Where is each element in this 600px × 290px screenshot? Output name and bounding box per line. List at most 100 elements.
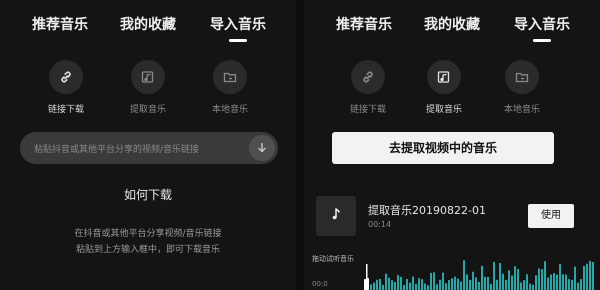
waveform-bar — [463, 260, 465, 290]
waveform-bar — [412, 276, 414, 290]
waveform-bar — [502, 273, 504, 290]
waveform-bar — [427, 285, 429, 290]
waveform-bar — [388, 277, 390, 290]
use-music-button[interactable]: 使用 — [528, 204, 574, 228]
waveform-bar — [517, 269, 519, 290]
waveform-bar — [376, 279, 378, 290]
music-thumbnail — [316, 196, 356, 236]
waveform-bar — [532, 284, 534, 290]
waveform-bar — [553, 273, 555, 290]
howto-tip-line: 粘贴到上方输入框中，即可下载音乐 — [75, 245, 220, 255]
option-link-download[interactable]: 链接下载 — [36, 60, 96, 115]
waveform-bar — [505, 279, 507, 290]
tab-recommended-music[interactable]: 推荐音乐 — [20, 14, 100, 34]
howto-tip-line: 在抖音或其他平台分享视频/音乐链接 — [74, 229, 222, 239]
option-label: 本地音乐 — [503, 105, 540, 115]
waveform-bar — [442, 272, 444, 290]
option-label: 链接下载 — [349, 105, 386, 115]
download-arrow-icon — [256, 139, 268, 158]
music-title: 提取音乐20190822-01 — [368, 204, 486, 217]
waveform-bar — [472, 271, 474, 290]
waveform-bar — [364, 279, 366, 290]
waveform-bar — [496, 279, 498, 290]
link-download-screen: 推荐音乐 我的收藏 导入音乐 链接下载 提取音乐 本地音乐 粘贴抖音或其他平台分… — [0, 0, 296, 290]
waveform-bar — [397, 275, 399, 290]
option-extract-music[interactable]: 提取音乐 — [414, 60, 474, 115]
waveform-bar — [415, 283, 417, 290]
waveform-bar — [370, 284, 372, 290]
drag-to-preview-hint: 拖动试听音乐 — [312, 255, 354, 263]
waveform-bar — [469, 279, 471, 290]
waveform-bar — [403, 284, 405, 290]
waveform-bar — [439, 279, 441, 290]
waveform-bar — [451, 278, 453, 290]
waveform-bar — [547, 277, 549, 290]
waveform-bar — [526, 274, 528, 290]
waveform-bar — [385, 273, 387, 290]
link-icon — [49, 60, 83, 94]
option-local-music[interactable]: 本地音乐 — [200, 60, 260, 115]
waveform-bar — [571, 279, 573, 290]
waveform-bar — [520, 282, 522, 290]
option-local-music[interactable]: 本地音乐 — [492, 60, 552, 115]
waveform-bar — [436, 284, 438, 290]
music-tabs: 推荐音乐 我的收藏 导入音乐 — [0, 14, 296, 44]
option-label: 链接下载 — [47, 105, 84, 115]
waveform-bar — [391, 280, 393, 290]
extract-video-music-button[interactable]: 去提取视频中的音乐 — [332, 132, 554, 164]
waveform-bar — [394, 282, 396, 290]
waveform-bar — [559, 264, 561, 290]
download-button[interactable] — [249, 135, 275, 161]
waveform-bar — [550, 274, 552, 290]
waveform-bar — [406, 279, 408, 290]
link-input-placeholder: 粘贴抖音或其他平台分享的视频/音乐链接 — [34, 145, 200, 155]
waveform-bar — [592, 261, 594, 290]
tab-import-music[interactable]: 导入音乐 — [198, 14, 278, 42]
waveform-bar — [475, 277, 477, 290]
extract-music-screen: 推荐音乐 我的收藏 导入音乐 链接下载 提取音乐 本地音乐 去提取视频中的音乐 … — [304, 0, 600, 290]
option-extract-music[interactable]: 提取音乐 — [118, 60, 178, 115]
waveform-bar — [499, 263, 501, 290]
waveform-bar — [565, 274, 567, 290]
waveform-bar — [529, 283, 531, 290]
waveform-bar — [490, 283, 492, 290]
waveform-bar — [379, 278, 381, 290]
waveform-bar — [454, 276, 456, 290]
waveform-bar — [466, 274, 468, 290]
waveform-bar — [487, 276, 489, 290]
option-link-download[interactable]: 链接下载 — [338, 60, 398, 115]
waveform-bar — [523, 280, 525, 290]
waveform-bar — [433, 272, 435, 290]
waveform-bar — [493, 261, 495, 290]
waveform-bar — [481, 265, 483, 290]
waveform-bar — [586, 263, 588, 290]
music-duration: 00:14 — [368, 220, 392, 229]
waveform-bar — [421, 279, 423, 290]
waveform-bar — [544, 261, 546, 290]
waveform-bar — [460, 281, 462, 290]
option-label: 提取音乐 — [129, 105, 166, 115]
tab-my-favorites[interactable]: 我的收藏 — [412, 14, 492, 34]
tab-import-music[interactable]: 导入音乐 — [502, 14, 582, 42]
folder-icon — [213, 60, 247, 94]
folder-icon — [505, 60, 539, 94]
waveform-bar — [556, 274, 558, 290]
waveform-bar — [457, 278, 459, 290]
waveform-bar — [589, 260, 591, 290]
waveform-bar — [478, 282, 480, 290]
waveform-bar — [580, 278, 582, 290]
waveform-bar — [508, 270, 510, 290]
waveform-bar — [538, 268, 540, 290]
waveform-bar — [430, 272, 432, 290]
playhead-time: 00:0 — [312, 280, 328, 288]
tab-recommended-music[interactable]: 推荐音乐 — [324, 14, 404, 34]
tab-my-favorites[interactable]: 我的收藏 — [108, 14, 188, 34]
waveform-bar — [484, 276, 486, 290]
waveform-bar — [418, 278, 420, 290]
link-input[interactable]: 粘贴抖音或其他平台分享的视频/音乐链接 — [20, 132, 278, 164]
waveform-bar — [568, 279, 570, 290]
waveform-bar — [382, 284, 384, 290]
waveform-bar — [424, 283, 426, 290]
waveform-bar — [562, 274, 564, 290]
playhead[interactable] — [366, 264, 368, 290]
